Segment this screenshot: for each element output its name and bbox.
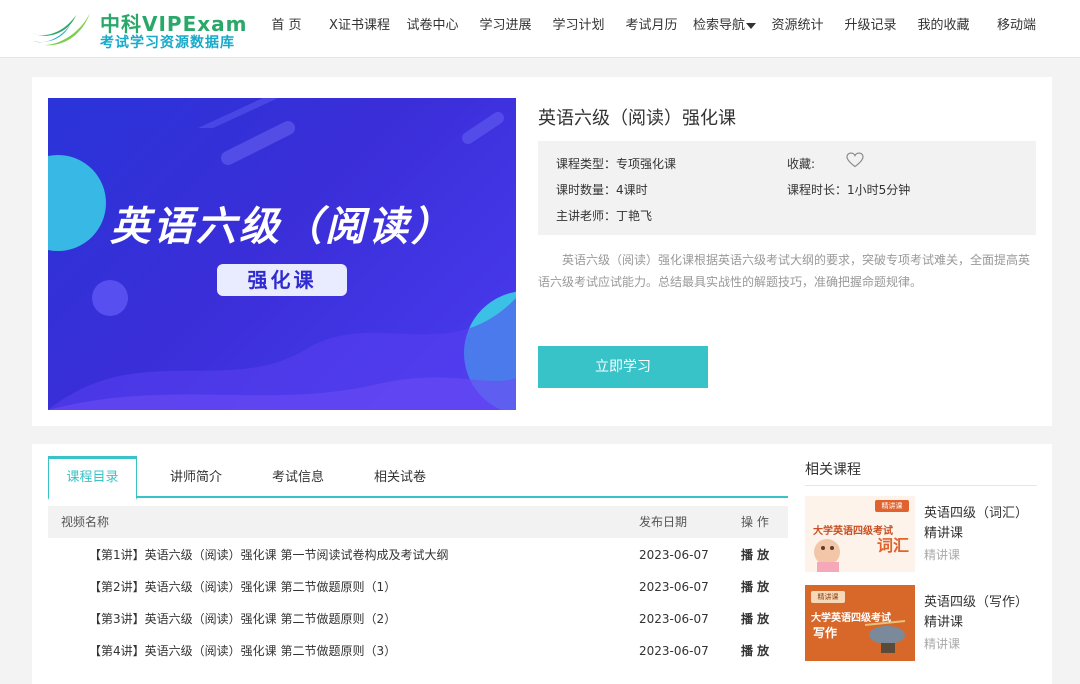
favorite-label: 收藏: [787, 157, 816, 171]
video-name[interactable]: 【第1讲】英语六级（阅读）强化课 第一节阅读试卷构成及考试大纲 [89, 539, 448, 571]
video-date: 2023-06-07 [639, 548, 709, 562]
play-button[interactable]: 播 放 [741, 539, 769, 571]
course-hours-label: 课时数量： [556, 183, 617, 197]
logo-subtitle: 考试学习资源数据库 [100, 35, 235, 51]
banner-decoration [48, 98, 516, 410]
start-study-button[interactable]: 立即学习 [538, 346, 708, 388]
course-info-box: 课程类型：专项强化课 课时数量：4课时 主讲老师：丁艳飞 收藏: 课程时长：1小… [538, 141, 1036, 235]
video-date: 2023-06-07 [639, 644, 709, 658]
banner-tag: 强化课 [217, 264, 347, 296]
nav-search-guide[interactable]: 检索导航 [688, 0, 761, 52]
tab-course-catalog[interactable]: 课程目录 [48, 456, 137, 500]
related-course-type: 精讲课 [924, 548, 961, 562]
course-banner-image: 英语六级（阅读） 强化课 [48, 98, 516, 410]
header-publish-date: 发布日期 [639, 515, 688, 529]
nav-my-favorites[interactable]: 我的收藏 [907, 0, 980, 52]
play-button[interactable]: 播 放 [741, 571, 769, 603]
thumb-title: 大学英语四级考试 [813, 526, 893, 537]
video-name[interactable]: 【第2讲】英语六级（阅读）强化课 第二节做题原则（1） [89, 571, 396, 603]
table-row: 【第1讲】英语六级（阅读）强化课 第一节阅读试卷构成及考试大纲 2023-06-… [48, 539, 788, 571]
nav-exam-center[interactable]: 试卷中心 [396, 0, 469, 52]
tab-exam-info[interactable]: 考试信息 [253, 456, 343, 498]
course-teacher: 主讲老师：丁艳飞 [556, 207, 652, 224]
banner-title: 英语六级（阅读） [110, 203, 454, 250]
logo-mark-icon [32, 13, 90, 46]
course-duration-label: 课程时长： [787, 183, 848, 197]
table-row: 【第3讲】英语六级（阅读）强化课 第二节做题原则（2） 2023-06-07 播… [48, 603, 788, 635]
play-button[interactable]: 播 放 [741, 603, 769, 635]
top-header: 中科VIPExam 考试学习资源数据库 首 页 X证书课程 试卷中心 学习进展 … [0, 0, 1080, 58]
related-course-name: 英语四级（词汇）精讲课 [924, 506, 1029, 541]
site-logo[interactable]: 中科VIPExam 考试学习资源数据库 [30, 6, 255, 52]
nav-home[interactable]: 首 页 [250, 0, 323, 52]
play-button[interactable]: 播 放 [741, 635, 769, 667]
related-course-thumbnail: 写作 精讲课 大学英语四级考试 [805, 585, 915, 661]
nav-resource-stats[interactable]: 资源统计 [761, 0, 834, 52]
course-duration: 课程时长：1小时5分钟 [787, 181, 910, 198]
thumb-title: 大学英语四级考试 [811, 613, 891, 624]
header-video-name: 视频名称 [61, 515, 110, 529]
course-description: 英语六级（阅读）强化课根据英语六级考试大纲的要求，突破专项考试难关，全面提高英语… [538, 253, 1031, 289]
related-course-item[interactable]: 写作 精讲课 大学英语四级考试 英语四级（写作）精讲课 精讲课 [805, 585, 1037, 663]
nav-exam-calendar[interactable]: 考试月历 [615, 0, 688, 52]
video-date: 2023-06-07 [639, 612, 709, 626]
thumb-word: 写作 [813, 625, 837, 640]
course-title: 英语六级（阅读）强化课 [538, 108, 736, 129]
course-type-value: 专项强化课 [616, 157, 677, 171]
nav-mobile[interactable]: 移动端 [980, 0, 1053, 52]
nav-upgrade-log[interactable]: 升级记录 [834, 0, 907, 52]
course-hours: 课时数量：4课时 [556, 181, 648, 198]
course-overview-panel: 英语六级（阅读） 强化课 英语六级（阅读）强化课 课程类型：专项强化课 课时数量… [32, 77, 1052, 426]
nav-progress[interactable]: 学习进展 [469, 0, 542, 52]
header-action: 操 作 [741, 515, 769, 529]
related-courses-title: 相关课程 [805, 462, 861, 478]
main-nav: 首 页 X证书课程 试卷中心 学习进展 学习计划 考试月历 检索导航 资源统计 … [250, 0, 1053, 52]
course-type: 课程类型：专项强化课 [556, 155, 676, 172]
table-row: 【第2讲】英语六级（阅读）强化课 第二节做题原则（1） 2023-06-07 播… [48, 571, 788, 603]
video-date: 2023-06-07 [639, 580, 709, 594]
related-course-thumbnail: 词汇 精讲课 大学英语四级考试 [805, 496, 915, 572]
course-teacher-label: 主讲老师： [556, 209, 617, 223]
course-hours-value: 4课时 [616, 183, 648, 197]
detail-tabs: 课程目录 讲师简介 考试信息 相关试卷 [48, 456, 788, 500]
course-detail-panel: 课程目录 讲师简介 考试信息 相关试卷 视频名称 发布日期 操 作 【第1讲】英… [32, 444, 1052, 684]
tab-related-papers[interactable]: 相关试卷 [355, 456, 445, 498]
video-name[interactable]: 【第3讲】英语六级（阅读）强化课 第二节做题原则（2） [89, 603, 396, 635]
divider [805, 485, 1037, 486]
thumb-tag: 精讲课 [817, 593, 839, 601]
table-row: 【第4讲】英语六级（阅读）强化课 第二节做题原则（3） 2023-06-07 播… [48, 635, 788, 667]
course-duration-value: 1小时5分钟 [847, 183, 911, 197]
tab-teacher-intro[interactable]: 讲师简介 [151, 456, 241, 498]
course-teacher-value: 丁艳飞 [616, 209, 653, 223]
related-course-name: 英语四级（写作）精讲课 [924, 595, 1029, 630]
nav-study-plan[interactable]: 学习计划 [542, 0, 615, 52]
caret-down-icon [746, 22, 756, 29]
thumb-word: 词汇 [877, 536, 909, 555]
nav-search-guide-label: 检索导航 [692, 18, 745, 33]
course-type-label: 课程类型： [556, 157, 617, 171]
nav-x-cert-courses[interactable]: X证书课程 [323, 0, 396, 52]
video-table-header: 视频名称 发布日期 操 作 [48, 506, 788, 538]
heart-icon[interactable] [846, 152, 864, 168]
thumb-tag: 精讲课 [881, 502, 903, 510]
related-course-item[interactable]: 词汇 精讲课 大学英语四级考试 英语四级（词汇）精讲课 精讲课 [805, 496, 1037, 574]
video-name[interactable]: 【第4讲】英语六级（阅读）强化课 第二节做题原则（3） [89, 635, 396, 667]
related-course-type: 精讲课 [924, 637, 961, 651]
